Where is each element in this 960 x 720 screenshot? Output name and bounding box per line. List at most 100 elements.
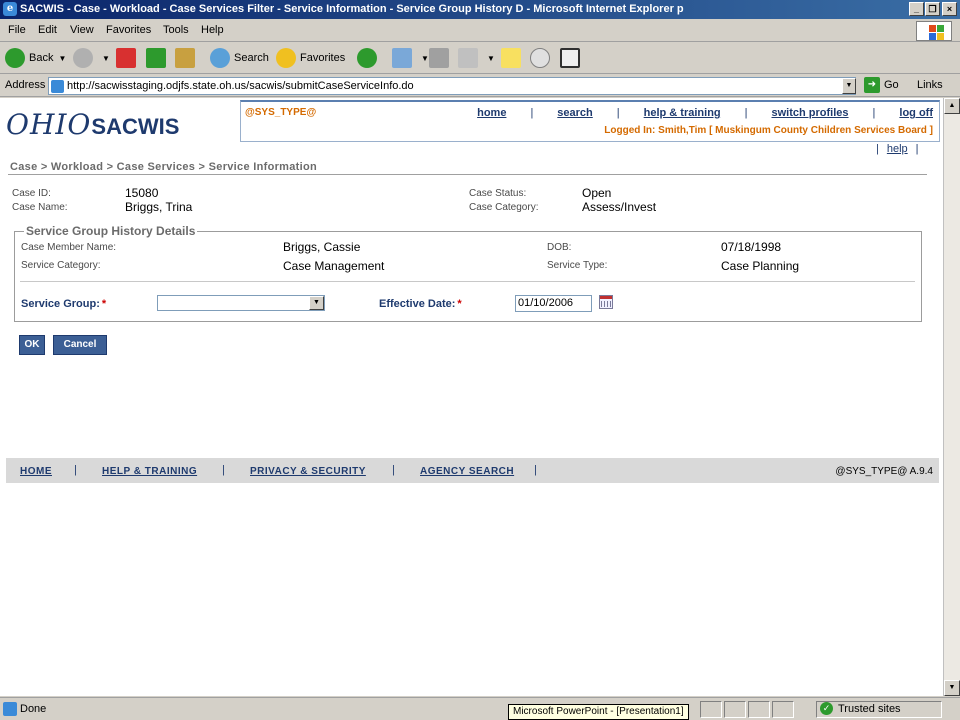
menu-favorites[interactable]: Favorites — [106, 24, 151, 36]
version-label: @SYS_TYPE@ A.9.4 — [835, 466, 933, 477]
page-done-icon — [3, 702, 17, 716]
case-name-label: Case Name: — [12, 202, 68, 213]
edit-button[interactable]: ▼ — [458, 47, 495, 69]
logged-in-status: Logged In: Smith,Tim [ Muskingum County … — [604, 125, 933, 136]
ok-button[interactable]: OK — [19, 335, 45, 355]
research-button[interactable] — [560, 47, 584, 69]
address-bar: Address http://sacwisstaging.odjfs.state… — [0, 75, 960, 97]
note-icon — [501, 48, 521, 68]
service-category-value: Case Management — [283, 259, 385, 273]
nav-search-link[interactable]: search — [557, 107, 592, 119]
menu-help[interactable]: Help — [201, 24, 224, 36]
service-group-label: Service Group: * — [21, 298, 107, 310]
case-category-label: Case Category: — [469, 202, 539, 213]
maximize-button[interactable]: ❐ — [925, 2, 940, 16]
effective-date-input[interactable]: 01/10/2006 — [515, 295, 592, 312]
search-icon — [210, 48, 230, 68]
stop-icon — [116, 48, 136, 68]
page-icon — [51, 80, 64, 93]
forward-button[interactable]: ▼ — [73, 47, 110, 69]
scroll-up-button[interactable]: ▲ — [944, 98, 960, 114]
menu-bar: File Edit View Favorites Tools Help — [0, 20, 960, 42]
case-category-value: Assess/Invest — [582, 200, 657, 214]
address-input[interactable]: http://sacwisstaging.odjfs.state.oh.us/s… — [48, 77, 856, 95]
required-marker: * — [101, 298, 107, 310]
security-zone: ✓ Trusted sites — [820, 702, 901, 715]
dob-label: DOB: — [547, 242, 572, 253]
notes-button[interactable] — [501, 47, 525, 69]
page-footer: HOME | HELP & TRAINING | PRIVACY & SECUR… — [6, 458, 939, 483]
chevron-down-icon[interactable]: ▼ — [58, 54, 66, 63]
nav-switch-profiles-link[interactable]: switch profiles — [772, 107, 849, 119]
ohio-sacwis-logo: OHIOSACWIS — [6, 108, 180, 141]
footer-home-link[interactable]: HOME — [20, 466, 52, 477]
mail-button[interactable]: ▼ — [392, 47, 429, 69]
nav-log-off-link[interactable]: log off — [899, 107, 933, 119]
menu-file[interactable]: File — [8, 24, 26, 36]
help-link[interactable]: help — [887, 143, 908, 155]
service-type-value: Case Planning — [721, 259, 800, 273]
service-group-select[interactable]: ▼ — [157, 295, 325, 311]
case-member-label: Case Member Name: — [21, 242, 117, 253]
edit-icon — [458, 48, 478, 68]
scroll-down-button[interactable]: ▼ — [944, 680, 960, 696]
chevron-down-icon[interactable]: ▼ — [421, 54, 429, 63]
history-icon — [357, 48, 377, 68]
case-name-value: Briggs, Trina — [125, 200, 193, 214]
window-title: SACWIS - Case - Workload - Case Services… — [20, 3, 684, 15]
vertical-scrollbar[interactable]: ▲ ▼ — [943, 98, 960, 696]
address-label: Address — [5, 79, 46, 91]
footer-privacy-security-link[interactable]: PRIVACY & SECURITY — [250, 466, 366, 477]
windows-logo-icon — [916, 21, 952, 41]
effective-date-label: Effective Date: * — [379, 298, 462, 310]
browser-viewport: OHIOSACWIS @SYS_TYPE@ home | search | he… — [0, 98, 943, 696]
case-id-value: 15080 — [125, 186, 159, 200]
cancel-button[interactable]: Cancel — [53, 335, 107, 355]
case-status-value: Open — [582, 186, 612, 200]
help-link-bar: | help | — [876, 143, 919, 155]
minimize-button[interactable]: _ — [909, 2, 924, 16]
stop-button[interactable] — [116, 47, 140, 69]
print-button[interactable] — [429, 47, 453, 69]
footer-help-training-link[interactable]: HELP & TRAINING — [102, 466, 197, 477]
research-icon — [560, 48, 580, 68]
service-group-history-fieldset — [14, 231, 922, 322]
favorites-button[interactable]: Favorites — [276, 47, 345, 69]
menu-view[interactable]: View — [70, 24, 94, 36]
back-arrow-icon — [5, 48, 25, 68]
dob-value: 07/18/1998 — [721, 240, 782, 254]
history-button[interactable] — [357, 47, 381, 69]
chevron-down-icon[interactable]: ▼ — [309, 296, 324, 310]
messenger-button[interactable] — [530, 47, 554, 69]
calendar-icon[interactable] — [599, 295, 613, 309]
ie-logo-icon: e — [3, 2, 17, 16]
breadcrumb: Case > Workload > Case Services > Servic… — [10, 161, 318, 173]
menu-edit[interactable]: Edit — [38, 24, 57, 36]
print-icon — [429, 48, 449, 68]
go-arrow-icon: ➜ — [864, 77, 880, 93]
breadcrumb-divider — [8, 174, 927, 175]
fieldset-divider — [20, 281, 915, 282]
back-button[interactable]: Back ▼ — [5, 47, 66, 69]
trusted-sites-icon: ✓ — [820, 702, 833, 715]
footer-agency-search-link[interactable]: AGENCY SEARCH — [420, 466, 514, 477]
service-category-label: Service Category: — [21, 260, 101, 271]
chevron-down-icon[interactable]: ▼ — [102, 54, 110, 63]
menu-tools[interactable]: Tools — [163, 24, 189, 36]
refresh-button[interactable] — [146, 47, 170, 69]
close-window-button[interactable]: × — [942, 2, 957, 16]
case-member-value: Briggs, Cassie — [283, 240, 361, 254]
window-title-bar: e SACWIS - Case - Workload - Case Servic… — [0, 0, 960, 19]
nav-home-link[interactable]: home — [477, 107, 506, 119]
links-button[interactable]: Links — [917, 79, 943, 91]
go-button[interactable]: ➜ Go — [864, 77, 899, 93]
taskbar-tooltip: Microsoft PowerPoint - [Presentation1] — [508, 704, 689, 720]
messenger-icon — [530, 48, 550, 68]
home-button[interactable] — [175, 47, 199, 69]
chevron-down-icon[interactable]: ▼ — [487, 54, 495, 63]
address-dropdown-button[interactable]: ▼ — [842, 78, 856, 94]
header-nav-box: @SYS_TYPE@ home | search | help & traini… — [240, 100, 940, 142]
required-marker: * — [457, 298, 462, 310]
search-button[interactable]: Search — [210, 47, 269, 69]
nav-help-training-link[interactable]: help & training — [644, 107, 721, 119]
